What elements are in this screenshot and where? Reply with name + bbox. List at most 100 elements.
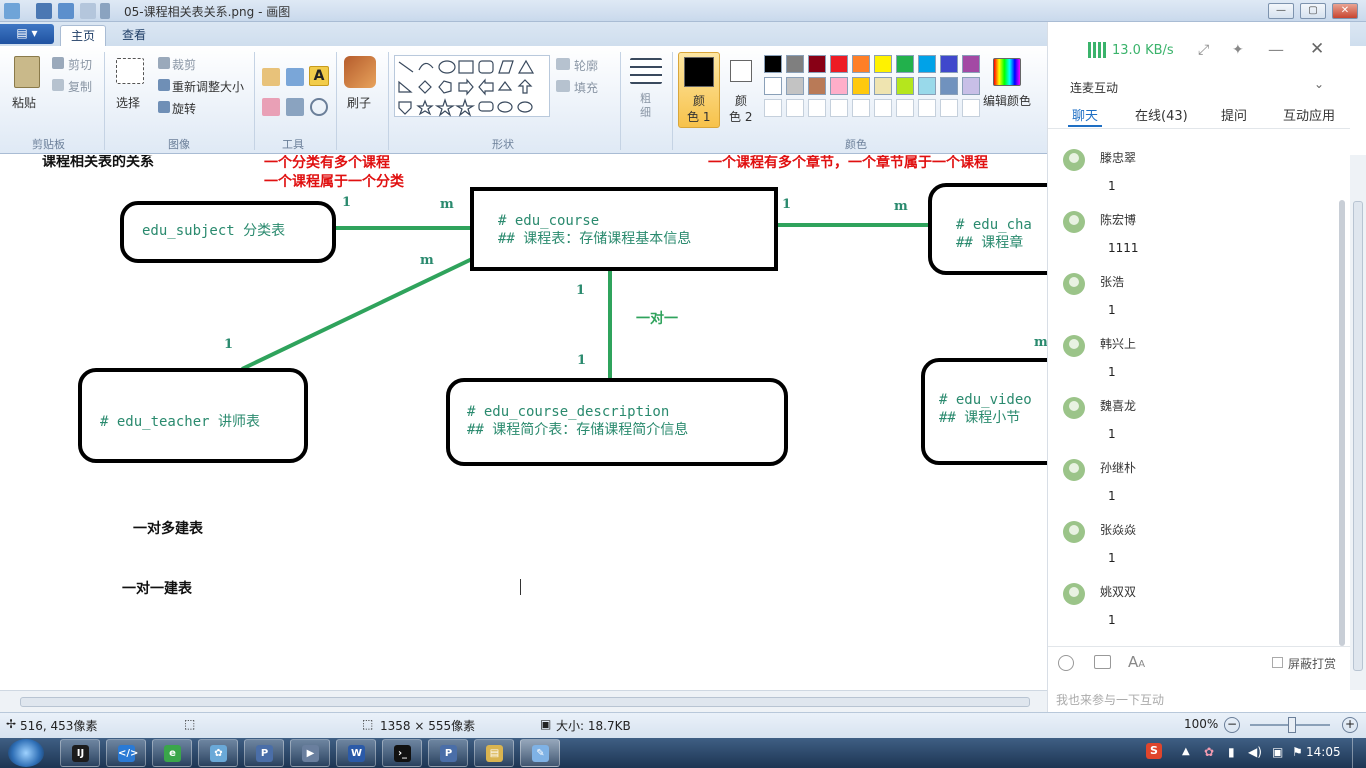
color-swatch[interactable] (764, 99, 782, 117)
tray-device-icon[interactable]: ▮ (1228, 745, 1235, 759)
save-icon[interactable] (36, 3, 52, 19)
rotate-icon[interactable] (158, 101, 170, 113)
select-button[interactable]: 选择 (116, 94, 140, 111)
show-desktop-button[interactable] (1352, 738, 1366, 768)
text-tool-icon[interactable]: A (309, 66, 329, 86)
color-swatch[interactable] (962, 99, 980, 117)
close-button[interactable]: ✕ (1332, 3, 1358, 19)
tray-expand-icon[interactable]: ▲ (1182, 746, 1190, 757)
brush-icon[interactable] (344, 56, 376, 88)
color-swatch[interactable] (786, 99, 804, 117)
edit-colors-icon[interactable] (993, 58, 1021, 86)
emoji-icon[interactable] (1058, 655, 1074, 671)
color-swatch[interactable] (808, 99, 826, 117)
fullscreen-icon[interactable]: ⤢ (1198, 42, 1209, 58)
color-swatch[interactable] (786, 77, 804, 95)
drawing-canvas[interactable]: 课程相关表的关系 一个分类有多个课程 一个课程属于一个分类 一个课程有多个章节，… (0, 155, 1048, 690)
taskbar-app-media[interactable]: ▶ (290, 739, 330, 767)
color-swatch[interactable] (918, 55, 936, 73)
color-swatch[interactable] (918, 77, 936, 95)
magnifier-icon[interactable] (310, 98, 328, 116)
size-icon[interactable] (630, 58, 662, 84)
tab-chat[interactable]: 聊天 (1072, 105, 1098, 124)
color-picker-icon[interactable] (286, 98, 304, 116)
color-swatch[interactable] (896, 55, 914, 73)
block-tips-checkbox[interactable] (1272, 657, 1283, 668)
horizontal-scrollbar[interactable] (0, 690, 1048, 712)
color-swatch[interactable] (962, 55, 980, 73)
fill-icon[interactable] (556, 80, 570, 92)
resize-icon[interactable] (158, 79, 170, 91)
tab-interactive-apps[interactable]: 互动应用 (1283, 105, 1335, 124)
taskbar-clock[interactable]: 14:05 (1306, 745, 1341, 759)
zoom-out-button[interactable]: − (1224, 717, 1240, 733)
zoom-in-button[interactable]: + (1342, 717, 1358, 733)
brush-button[interactable]: 刷子 (347, 94, 371, 111)
edit-colors-button[interactable]: 编辑颜色 (983, 92, 1031, 109)
vertical-scrollbar[interactable] (1350, 155, 1366, 690)
tab-online[interactable]: 在线(43) (1135, 105, 1188, 124)
cut-button[interactable]: 剪切 (68, 56, 92, 73)
ime-icon[interactable]: S (1146, 743, 1162, 759)
taskbar-app-p2[interactable]: P (428, 739, 468, 767)
color-swatch[interactable] (896, 77, 914, 95)
color-swatch[interactable] (896, 99, 914, 117)
paste-icon[interactable] (14, 56, 40, 88)
eraser-icon[interactable] (262, 98, 280, 116)
color-swatch[interactable] (874, 77, 892, 95)
color-swatch[interactable] (808, 55, 826, 73)
pin-icon[interactable]: ✦ (1232, 42, 1244, 58)
image-upload-icon[interactable] (1094, 655, 1111, 669)
outline-button[interactable]: 轮廓 (574, 57, 598, 74)
color-swatch[interactable] (830, 99, 848, 117)
crop-icon[interactable] (158, 57, 170, 69)
chat-input[interactable]: 我也来参与一下互动 (1056, 691, 1336, 711)
tab-questions[interactable]: 提问 (1221, 105, 1247, 124)
close-icon[interactable]: ✕ (1310, 39, 1324, 59)
font-style-icon[interactable]: AA (1128, 653, 1145, 671)
resize-button[interactable]: 重新调整大小 (172, 78, 244, 95)
vertical-scroll-thumb[interactable] (1353, 201, 1363, 671)
pencil-icon[interactable] (262, 68, 280, 86)
taskbar-explorer[interactable]: ▤ (474, 739, 514, 767)
cut-icon[interactable] (52, 57, 64, 69)
taskbar-app-p1[interactable]: P (244, 739, 284, 767)
horizontal-scroll-thumb[interactable] (20, 697, 1030, 707)
color-swatch[interactable] (852, 77, 870, 95)
minimize-button[interactable]: — (1268, 3, 1294, 19)
color-swatch[interactable] (940, 99, 958, 117)
color-swatch[interactable] (918, 99, 936, 117)
color2-swatch[interactable] (730, 60, 752, 82)
select-icon[interactable] (116, 58, 144, 84)
taskbar-intellij[interactable]: IJ (60, 739, 100, 767)
fill-button[interactable]: 填充 (574, 79, 598, 96)
zoom-slider-thumb[interactable] (1288, 717, 1296, 733)
color-swatch[interactable] (764, 55, 782, 73)
outline-icon[interactable] (556, 58, 570, 70)
maximize-button[interactable]: ▢ (1300, 3, 1326, 19)
chevron-down-icon[interactable] (100, 3, 110, 19)
copy-icon[interactable] (52, 79, 64, 91)
crop-button[interactable]: 裁剪 (172, 56, 196, 73)
taskbar-paint[interactable]: ✎ (520, 739, 560, 767)
chevron-down-icon[interactable]: ⌄ (1314, 77, 1324, 91)
fill-bucket-icon[interactable] (286, 68, 304, 86)
minimize-icon[interactable]: — (1268, 40, 1284, 59)
color-swatch[interactable] (786, 55, 804, 73)
volume-icon[interactable]: ◀) (1248, 745, 1262, 759)
taskbar-vscode[interactable]: </> (106, 739, 146, 767)
chat-scroll-thumb[interactable] (1339, 200, 1345, 646)
color-swatch[interactable] (852, 55, 870, 73)
tray-app-icon-2[interactable]: ▣ (1272, 745, 1283, 759)
color-swatch[interactable] (764, 77, 782, 95)
tray-app-icon[interactable]: ✿ (1204, 745, 1214, 759)
start-button[interactable] (8, 739, 44, 767)
color-swatch[interactable] (940, 55, 958, 73)
taskbar-word[interactable]: W (336, 739, 376, 767)
rotate-button[interactable]: 旋转 (172, 100, 196, 117)
tab-view[interactable]: 查看 (112, 25, 156, 46)
size-button[interactable]: 粗 细 (640, 92, 652, 120)
color-swatch[interactable] (874, 99, 892, 117)
taskbar-app[interactable]: ✿ (198, 739, 238, 767)
color-swatch[interactable] (830, 77, 848, 95)
